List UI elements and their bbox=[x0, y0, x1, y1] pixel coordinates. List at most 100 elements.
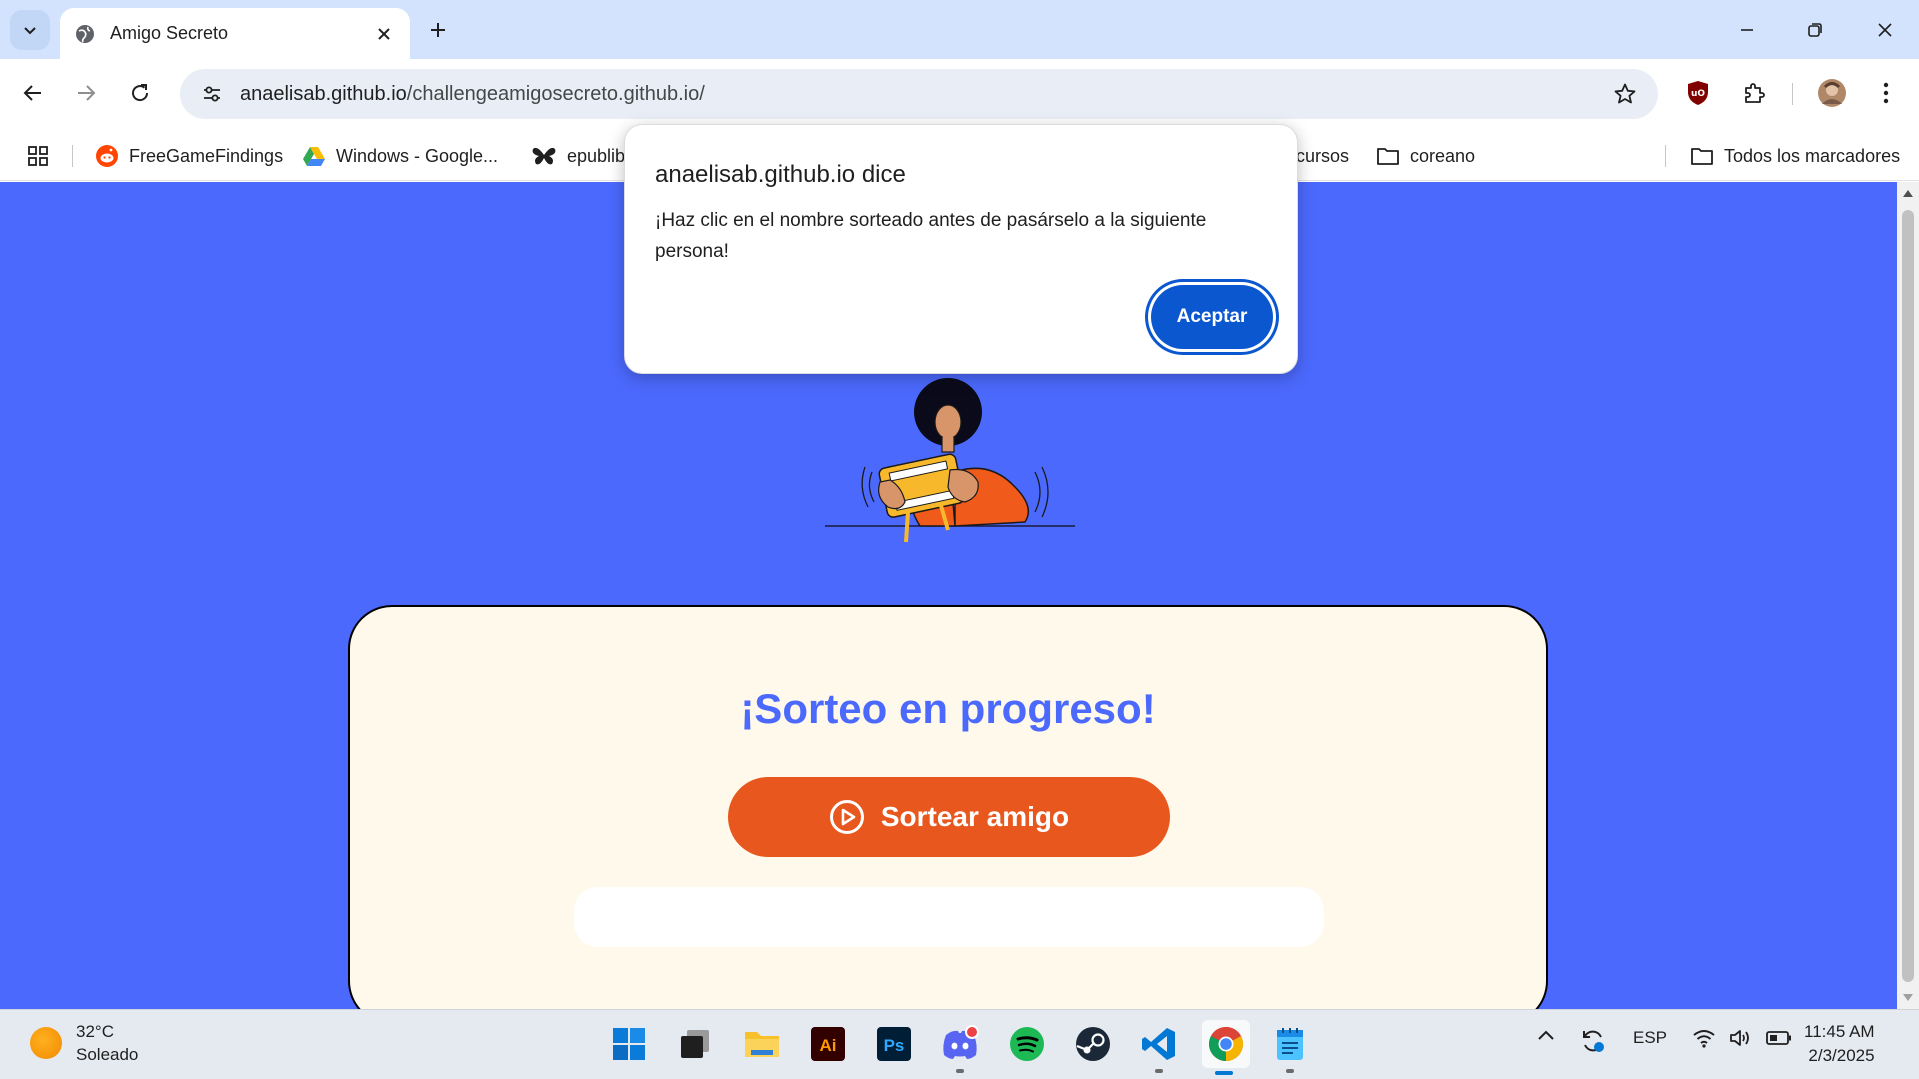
bookmark-folder-cursos[interactable]: cursos bbox=[1296, 143, 1349, 169]
reload-button[interactable] bbox=[120, 73, 160, 113]
folder-icon bbox=[745, 1032, 779, 1057]
photoshop-icon: Ps bbox=[877, 1027, 911, 1061]
task-view-icon bbox=[681, 1030, 709, 1058]
plus-icon bbox=[431, 23, 445, 37]
puzzle-icon bbox=[1745, 83, 1765, 103]
clock-date: 2/3/2025 bbox=[1808, 1046, 1875, 1065]
url-host: anaelisab.github.io bbox=[240, 82, 407, 105]
bookmark-epublib[interactable]: epublib bbox=[531, 143, 625, 169]
restore-button[interactable] bbox=[1792, 10, 1838, 50]
browser-toolbar: anaelisab.github.io/challengeamigosecret… bbox=[0, 59, 1919, 131]
extensions-button[interactable] bbox=[1734, 73, 1774, 113]
draw-friend-button[interactable]: Sortear amigo bbox=[728, 777, 1170, 857]
taskbar-discord[interactable] bbox=[938, 1022, 982, 1073]
weather-description: Soleado bbox=[76, 1045, 139, 1064]
folder-icon bbox=[1690, 146, 1714, 166]
chevron-up-icon bbox=[1538, 1030, 1554, 1040]
chrome-icon bbox=[1209, 1027, 1243, 1061]
reddit-icon bbox=[95, 144, 119, 168]
taskbar-steam[interactable] bbox=[1071, 1022, 1115, 1066]
bookmark-label: cursos bbox=[1296, 145, 1350, 166]
battery-icon bbox=[1766, 1031, 1791, 1045]
arrow-right-icon bbox=[78, 85, 96, 101]
toolbar-divider bbox=[1792, 83, 1793, 105]
page-scrollbar[interactable] bbox=[1897, 182, 1919, 1009]
taskbar-illustrator[interactable]: Ai bbox=[806, 1022, 850, 1066]
main-card: ¡Sorteo en progreso! Sortear amigo bbox=[348, 605, 1548, 1009]
bookmark-windows-google[interactable]: Windows - Google... bbox=[302, 143, 498, 169]
tab-title: Amigo Secreto bbox=[110, 23, 229, 43]
taskbar-spotify[interactable] bbox=[1005, 1022, 1049, 1066]
minimize-button[interactable] bbox=[1724, 10, 1770, 50]
close-window-button[interactable] bbox=[1862, 10, 1908, 50]
forward-button[interactable] bbox=[66, 73, 106, 113]
taskbar-photoshop[interactable]: Ps bbox=[872, 1022, 916, 1066]
ublock-shield-icon: uO bbox=[1688, 81, 1708, 105]
tray-quick-settings[interactable] bbox=[1692, 1028, 1792, 1048]
arrow-left-icon bbox=[23, 85, 41, 101]
start-button[interactable] bbox=[607, 1022, 651, 1066]
chrome-menu-button[interactable] bbox=[1866, 73, 1906, 113]
close-icon bbox=[1878, 23, 1892, 37]
alert-dialog: anaelisab.github.io dice ¡Haz clic en el… bbox=[624, 124, 1298, 374]
taskbar-file-explorer[interactable] bbox=[740, 1022, 784, 1066]
tray-overflow-button[interactable] bbox=[1534, 1028, 1558, 1042]
dialog-accept-button[interactable]: Aceptar bbox=[1151, 285, 1273, 349]
weather-temperature: 32°C bbox=[76, 1022, 114, 1041]
all-bookmarks-folder[interactable]: Todos los marcadores bbox=[1690, 143, 1900, 169]
globe-icon bbox=[76, 24, 94, 43]
reload-icon bbox=[132, 84, 149, 102]
ublock-extension-button[interactable]: uO bbox=[1678, 73, 1718, 113]
site-info-icon[interactable] bbox=[194, 76, 230, 112]
page-title: ¡Sorteo en progreso! bbox=[740, 685, 1156, 732]
minimize-icon bbox=[1741, 29, 1753, 31]
svg-text:uO: uO bbox=[1691, 89, 1705, 99]
address-bar[interactable]: anaelisab.github.io/challengeamigosecret… bbox=[180, 69, 1658, 119]
google-drive-icon bbox=[302, 145, 326, 167]
tab-search-button[interactable] bbox=[10, 10, 50, 50]
spotify-icon bbox=[1010, 1027, 1044, 1061]
chevron-down-icon bbox=[24, 27, 36, 35]
bookmark-freegamefindings[interactable]: FreeGameFindings bbox=[95, 143, 283, 169]
notepad-icon bbox=[1277, 1028, 1303, 1060]
tab-amigo-secreto[interactable]: Amigo Secreto bbox=[60, 8, 410, 59]
running-indicator bbox=[1286, 1069, 1294, 1073]
clock-time: 11:45 AM bbox=[1804, 1022, 1875, 1041]
bookmarks-divider bbox=[72, 145, 73, 167]
dialog-title: anaelisab.github.io dice bbox=[655, 161, 906, 188]
profile-avatar[interactable] bbox=[1812, 73, 1852, 113]
scroll-down-arrow-icon[interactable] bbox=[1903, 994, 1913, 1001]
windows-logo-icon bbox=[613, 1028, 645, 1060]
tray-sync-button[interactable] bbox=[1578, 1028, 1608, 1054]
taskbar-chrome[interactable] bbox=[1202, 1020, 1250, 1075]
bookmark-label: epublib bbox=[567, 145, 626, 166]
taskbar-vscode[interactable] bbox=[1137, 1022, 1181, 1073]
scroll-thumb[interactable] bbox=[1902, 210, 1914, 982]
all-bookmarks-label: Todos los marcadores bbox=[1724, 145, 1901, 166]
bookmark-star-icon[interactable] bbox=[1610, 79, 1640, 109]
taskbar-notepad[interactable] bbox=[1268, 1022, 1312, 1073]
bookmark-label: coreano bbox=[1410, 145, 1476, 166]
tray-language[interactable]: ESP bbox=[1630, 1028, 1670, 1048]
new-tab-button[interactable] bbox=[422, 14, 454, 46]
tab-close-icon[interactable] bbox=[372, 22, 396, 46]
result-list[interactable] bbox=[574, 887, 1324, 947]
apps-button[interactable] bbox=[27, 143, 49, 169]
svg-text:Ai: Ai bbox=[820, 1036, 837, 1055]
vscode-icon bbox=[1142, 1028, 1175, 1060]
scroll-up-arrow-icon[interactable] bbox=[1903, 190, 1913, 197]
apps-grid-icon bbox=[28, 146, 48, 166]
illustrator-icon: Ai bbox=[811, 1027, 845, 1061]
back-button[interactable] bbox=[13, 73, 53, 113]
taskbar-clock[interactable]: 11:45 AM 2/3/2025 bbox=[1804, 1020, 1875, 1068]
taskbar-task-view[interactable] bbox=[673, 1022, 717, 1066]
url-text: anaelisab.github.io/challengeamigosecret… bbox=[240, 83, 705, 106]
draw-friend-label: Sortear amigo bbox=[880, 801, 1070, 832]
dialog-message: ¡Haz clic en el nombre sorteado antes de… bbox=[655, 210, 1207, 262]
bookmarks-divider bbox=[1665, 145, 1666, 167]
sync-icon bbox=[1583, 1030, 1604, 1052]
avatar-icon bbox=[1818, 79, 1846, 107]
volume-icon bbox=[1730, 1030, 1749, 1046]
bookmark-folder-coreano[interactable]: coreano bbox=[1376, 143, 1475, 169]
weather-widget[interactable]: 32°C Soleado bbox=[30, 1020, 138, 1066]
